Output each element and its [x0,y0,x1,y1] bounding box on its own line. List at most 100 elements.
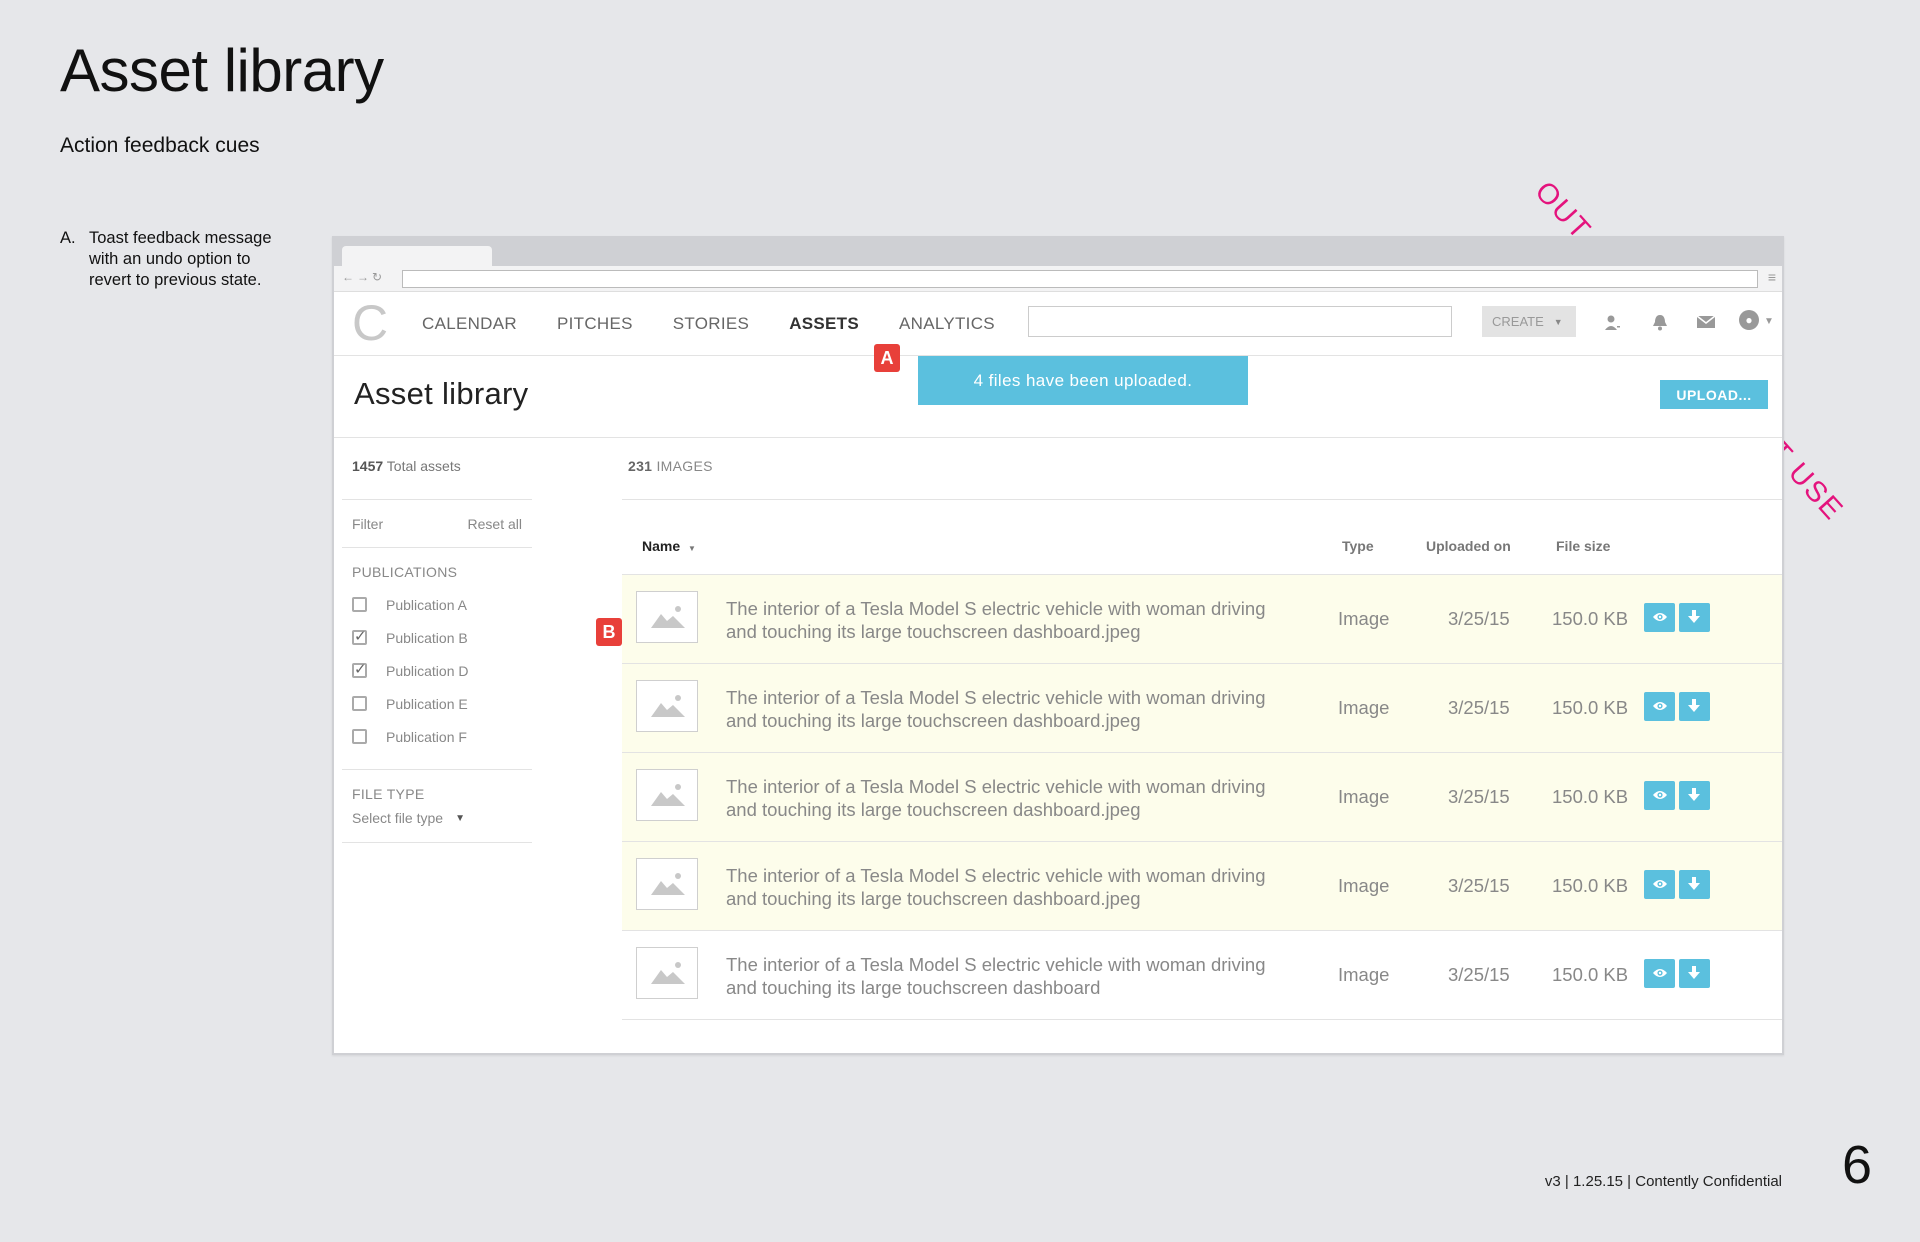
table-row[interactable]: The interior of a Tesla Model S electric… [622,931,1782,1020]
download-icon [1688,699,1700,712]
publications-section: PUBLICATIONS Publication A Publication B… [342,548,532,770]
publication-option[interactable]: Publication D [352,654,522,687]
table-body: The interior of a Tesla Model S electric… [622,575,1782,1020]
checkbox[interactable] [352,597,367,612]
checkbox[interactable] [352,696,367,711]
publication-option[interactable]: Publication A [352,588,522,621]
browser-toolbar: ←→↻ ≡ [334,266,1782,292]
chevron-down-icon: ▼ [1553,316,1563,327]
checkbox-checked[interactable] [352,660,367,678]
view-button[interactable] [1644,603,1675,632]
table-row[interactable]: The interior of a Tesla Model S electric… [622,842,1782,931]
asset-upload-date: 3/25/15 [1448,608,1510,629]
chevron-down-icon[interactable]: ▼ [1764,316,1774,327]
asset-file-size: 150.0 KB [1552,964,1629,985]
view-button[interactable] [1644,959,1675,988]
avatar-icon[interactable]: ● [1739,310,1759,330]
table-row[interactable]: The interior of a Tesla Model S electric… [622,575,1782,664]
browser-window: ←→↻ ≡ C CALENDAR PITCHES STORIES ASSETS … [332,236,1784,1055]
download-button[interactable] [1679,781,1710,810]
download-button[interactable] [1679,692,1710,721]
filter-row: Filter Reset all [342,500,532,548]
download-button[interactable] [1679,603,1710,632]
upload-button[interactable]: UPLOAD... [1660,380,1768,409]
nav-pitches[interactable]: PITCHES [557,314,633,334]
bell-icon[interactable] [1652,314,1668,336]
publication-option[interactable]: Publication E [352,687,522,720]
asset-table: 231 IMAGES Name ▼ Type Uploaded on File … [622,438,1782,1020]
file-type-placeholder: Select file type [352,810,444,826]
checkbox-checked[interactable] [352,627,367,645]
asset-type: Image [1338,875,1390,896]
checkbox[interactable] [352,729,367,744]
asset-type: Image [1338,697,1390,718]
nav-calendar[interactable]: CALENDAR [422,314,517,334]
doc-title: Asset library [60,37,384,104]
asset-upload-date: 3/25/15 [1448,786,1510,807]
table-row[interactable]: The interior of a Tesla Model S electric… [622,753,1782,842]
image-placeholder-icon [636,947,698,999]
download-icon [1688,966,1700,979]
filter-sidebar: 1457 Total assets Filter Reset all PUBLI… [342,438,532,843]
download-button[interactable] [1679,870,1710,899]
note-marker: A. [60,229,76,247]
browser-titlebar [334,238,1782,268]
view-button[interactable] [1644,870,1675,899]
file-type-select[interactable]: Select file type ▼ [352,810,522,826]
download-button[interactable] [1679,959,1710,988]
asset-name[interactable]: The interior of a Tesla Model S electric… [726,597,1296,643]
total-count: 1457 [352,458,384,474]
asset-type: Image [1338,608,1390,629]
publication-label: Publication F [386,728,467,745]
user-icon[interactable] [1604,314,1621,336]
mail-icon[interactable] [1696,314,1716,334]
view-button[interactable] [1644,692,1675,721]
column-name[interactable]: Name ▼ [642,538,696,554]
view-button[interactable] [1644,781,1675,810]
asset-name[interactable]: The interior of a Tesla Model S electric… [726,953,1296,999]
download-icon [1688,877,1700,890]
toast-message[interactable]: 4 files have been uploaded. [918,356,1248,405]
publication-label: Publication E [386,695,468,712]
nav-stories[interactable]: STORIES [673,314,749,334]
nav-analytics[interactable]: ANALYTICS [899,314,995,334]
asset-type: Image [1338,964,1390,985]
browser-nav-icons[interactable]: ←→↻ [342,270,385,284]
column-size[interactable]: File size [1556,538,1610,554]
asset-name[interactable]: The interior of a Tesla Model S electric… [726,864,1296,910]
image-placeholder-icon [636,591,698,643]
footer-confidential: v3 | 1.25.15 | Contently Confidential [1544,1173,1782,1190]
table-header: Name ▼ Type Uploaded on File size [622,500,1782,575]
callout-b-badge: B [596,618,622,646]
image-placeholder-icon [636,858,698,910]
file-type-title: FILE TYPE [352,786,425,802]
table-row[interactable]: The interior of a Tesla Model S electric… [622,664,1782,753]
publication-option[interactable]: Publication F [352,720,522,753]
app-logo[interactable]: C [352,298,388,348]
download-icon [1688,610,1700,623]
reset-all-link[interactable]: Reset all [468,516,522,532]
column-type[interactable]: Type [1342,538,1374,554]
browser-menu-icon[interactable]: ≡ [1768,269,1776,285]
doc-note: A. Toast feedback message with an undo o… [60,228,290,291]
column-uploaded[interactable]: Uploaded on [1426,538,1511,554]
browser-tab[interactable] [342,246,492,268]
search-input[interactable] [1028,306,1452,337]
eye-icon [1653,969,1667,977]
file-type-section: FILE TYPE Select file type ▼ [342,770,532,843]
asset-type: Image [1338,786,1390,807]
publication-label: Publication A [386,596,467,613]
filter-label: Filter [352,515,384,532]
asset-upload-date: 3/25/15 [1448,697,1510,718]
asset-name[interactable]: The interior of a Tesla Model S electric… [726,775,1296,821]
nav-assets[interactable]: ASSETS [789,314,859,334]
chevron-down-icon: ▼ [455,812,465,824]
address-bar[interactable] [402,270,1758,288]
app-header: C CALENDAR PITCHES STORIES ASSETS ANALYT… [334,292,1782,356]
create-button[interactable]: CREATE ▼ [1482,306,1576,337]
image-count: 231 IMAGES [622,438,1782,500]
page-number: 6 [1842,1135,1873,1195]
asset-name[interactable]: The interior of a Tesla Model S electric… [726,686,1296,732]
asset-file-size: 150.0 KB [1552,875,1629,896]
publication-option[interactable]: Publication B [352,621,522,654]
